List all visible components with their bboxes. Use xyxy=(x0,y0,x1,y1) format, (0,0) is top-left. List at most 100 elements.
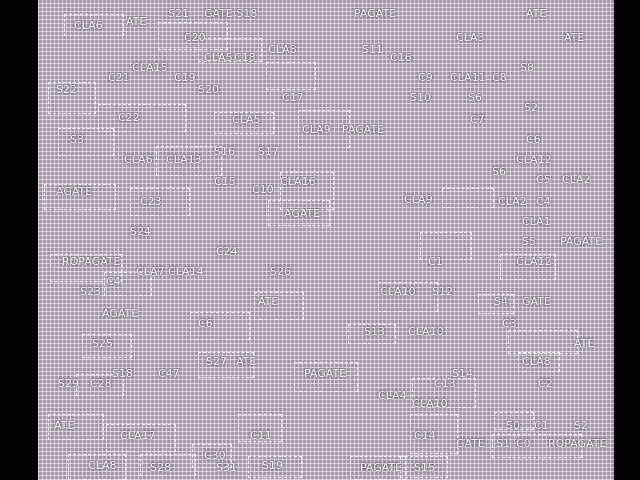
diagram-box xyxy=(508,330,578,354)
diagram-label: S4 xyxy=(494,295,508,308)
diagram-label: C11 xyxy=(250,429,272,442)
diagram-label: S20 xyxy=(198,83,219,96)
diagram-label: C8 xyxy=(492,71,507,84)
diagram-label: S27 xyxy=(206,355,227,368)
diagram-label: S18 xyxy=(112,367,133,380)
diagram-label: ROPAGATE xyxy=(62,255,121,268)
diagram-label: S15 xyxy=(414,461,435,474)
diagram-label: C6 xyxy=(526,133,541,146)
diagram-canvas: CLA6 ATE S21 GATE S18 PAGATE ATE C20 CLA3 ATE CLA… xyxy=(38,0,614,480)
diagram-label: C24 xyxy=(216,245,238,258)
diagram-label: C5 xyxy=(536,173,551,186)
diagram-label: CLA4 xyxy=(378,389,407,402)
diagram-label: CLA8 xyxy=(88,459,117,472)
diagram-label: GATE xyxy=(522,295,551,308)
diagram-label: S3 xyxy=(70,133,84,146)
diagram-label: CLA12 xyxy=(516,255,552,268)
diagram-label: CLA5 xyxy=(232,113,261,126)
diagram-label: C18 xyxy=(234,51,256,64)
diagram-label: CLA10 xyxy=(412,397,448,410)
diagram-label: S17 xyxy=(258,145,279,158)
diagram-label: ATE xyxy=(574,337,595,350)
diagram-label: S31 xyxy=(216,461,237,474)
diagram-label: S2 xyxy=(524,101,538,114)
diagram-label: CLA8 xyxy=(268,43,297,56)
diagram-label: C7 xyxy=(470,113,485,126)
diagram-label: S26 xyxy=(270,265,291,278)
diagram-label: CLA1 xyxy=(522,215,551,228)
diagram-label: CLA14 xyxy=(168,265,204,278)
diagram-label: C14 xyxy=(414,429,436,442)
diagram-label: S11 xyxy=(362,43,383,56)
diagram-label: ATE xyxy=(526,7,547,20)
diagram-label: PAGATE xyxy=(560,235,603,248)
diagram-label: ATE xyxy=(258,295,279,308)
diagram-label: CLA17 xyxy=(120,429,156,442)
diagram-label: CLA9 xyxy=(404,193,433,206)
diagram-label: S23 xyxy=(80,285,101,298)
diagram-label: S1 xyxy=(496,437,510,450)
diagram-label: C47 xyxy=(158,367,180,380)
diagram-label: S10 xyxy=(410,91,431,104)
diagram-label: S13 xyxy=(364,325,385,338)
diagram-label: CLA6 xyxy=(124,153,153,166)
diagram-label: S2 xyxy=(574,419,588,432)
diagram-label: AGATE xyxy=(56,185,93,198)
diagram-label: C0 xyxy=(516,437,531,450)
diagram-label: C19 xyxy=(174,71,196,84)
diagram-label: C21 xyxy=(108,71,130,84)
diagram-label: ATE xyxy=(564,31,585,44)
diagram-label: CLA7 xyxy=(136,265,165,278)
diagram-label: CLA2 xyxy=(562,173,591,186)
diagram-label: C1 xyxy=(534,419,549,432)
diagram-label: AGATE xyxy=(102,307,139,320)
diagram-label: S19 xyxy=(262,459,283,472)
diagram-label: C1 xyxy=(428,255,443,268)
diagram-label: C28 xyxy=(90,377,112,390)
diagram-label: CLA11 xyxy=(450,71,486,84)
diagram-label: CLA10 xyxy=(380,285,416,298)
diagram-label: CLA16 xyxy=(280,175,316,188)
diagram-label: C15 xyxy=(214,175,236,188)
diagram-label: C2 xyxy=(538,377,553,390)
diagram-label: PAGATE xyxy=(342,123,385,136)
diagram-label: C4 xyxy=(536,195,551,208)
diagram-label: S16 xyxy=(214,145,235,158)
diagram-label: C4 xyxy=(106,275,121,288)
diagram-label: PAGATE xyxy=(360,461,403,474)
diagram-label: CLA13 xyxy=(166,153,202,166)
diagram-box xyxy=(266,62,316,90)
diagram-label: S5 xyxy=(522,235,536,248)
diagram-label: S12 xyxy=(432,285,453,298)
diagram-label: CLA15 xyxy=(132,61,168,74)
diagram-label: S6 xyxy=(492,165,506,178)
diagram-label: C17 xyxy=(282,91,304,104)
diagram-label: C22 xyxy=(118,111,140,124)
diagram-label: S6 xyxy=(468,91,482,104)
diagram-label: CLA6 xyxy=(74,19,103,32)
diagram-label: C13 xyxy=(434,377,456,390)
diagram-label: C9 xyxy=(418,71,433,84)
diagram-label: CLA10 xyxy=(408,325,444,338)
diagram-label: C16 xyxy=(390,51,412,64)
diagram-label: S0 xyxy=(506,419,520,432)
diagram-label: CLA8 xyxy=(522,355,551,368)
diagram-label: S25 xyxy=(92,337,113,350)
diagram-label: GATE S18 xyxy=(204,7,258,20)
diagram-label: AGATE xyxy=(284,207,321,220)
diagram-box xyxy=(58,128,114,156)
diagram-label: PAGATE xyxy=(304,367,347,380)
diagram-label: S24 xyxy=(130,225,151,238)
diagram-label: S21 xyxy=(168,7,189,20)
diagram-label: C23 xyxy=(140,195,162,208)
diagram-label: CLA3 xyxy=(456,31,485,44)
diagram-label: C20 xyxy=(184,31,206,44)
diagram-label: ATE xyxy=(54,419,75,432)
diagram-label: S28 xyxy=(150,461,171,474)
diagram-label: PAGATE xyxy=(354,7,397,20)
diagram-label: C3 xyxy=(502,317,517,330)
diagram-label: CLA12 xyxy=(516,153,552,166)
diagram-label: ROPAGATE xyxy=(548,437,607,450)
diagram-label: S29 xyxy=(58,377,79,390)
diagram-label: CLA2 xyxy=(498,195,527,208)
